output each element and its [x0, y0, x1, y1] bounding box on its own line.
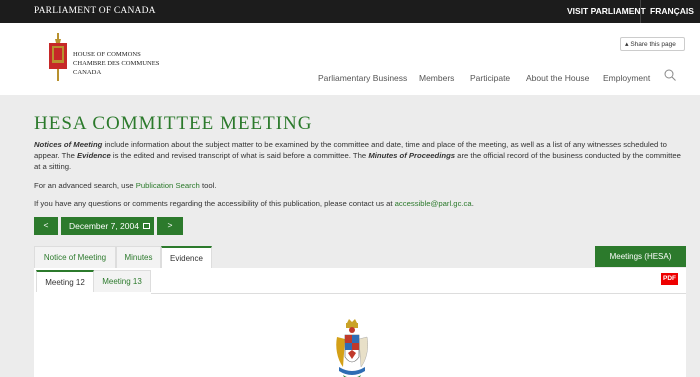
- advanced-prefix: For an advanced search, use: [34, 181, 136, 190]
- top-bar: PARLIAMENT OF CANADA VISIT PARLIAMENT FR…: [0, 0, 700, 23]
- house-name-en: HOUSE OF COMMONS: [73, 51, 141, 58]
- visit-parliament-link[interactable]: VISIT PARLIAMENT: [567, 6, 646, 16]
- site-header: HOUSE OF COMMONS CHAMBRE DES COMMUNES CA…: [0, 23, 700, 95]
- tab-notice-of-meeting[interactable]: Notice of Meeting: [34, 246, 116, 268]
- share-button[interactable]: ▴ Share this page: [620, 37, 685, 51]
- advanced-suffix: tool.: [199, 181, 217, 190]
- calendar-icon: [142, 222, 150, 229]
- minutes-term: Minutes of Proceedings: [368, 151, 456, 160]
- advanced-search-line: For an advanced search, use Publication …: [34, 181, 217, 190]
- accessibility-email-link[interactable]: accessible@parl.gc.ca: [395, 199, 472, 208]
- notices-term: Notices of Meeting: [34, 140, 103, 149]
- evidence-term: Evidence: [77, 151, 111, 160]
- tab-meeting-13[interactable]: Meeting 13: [94, 270, 151, 292]
- share-label: Share this page: [630, 41, 676, 48]
- pdf-download-button[interactable]: PDF: [661, 273, 678, 285]
- nav-employment[interactable]: Employment: [603, 73, 650, 83]
- intro-paragraph: Notices of Meeting include information a…: [34, 139, 682, 172]
- evidence-text: is the edited and revised transcript of …: [110, 151, 369, 160]
- date-picker-button[interactable]: December 7, 2004: [61, 217, 154, 235]
- chevron-right-icon: >: [167, 220, 173, 230]
- share-icon: ▴: [625, 41, 629, 48]
- page-title: HESA COMMITTEE MEETING: [34, 113, 313, 134]
- nav-participate[interactable]: Participate: [470, 73, 510, 83]
- publication-search-link[interactable]: Publication Search: [136, 181, 200, 190]
- previous-date-button[interactable]: <: [34, 217, 58, 235]
- date-label: December 7, 2004: [69, 221, 139, 231]
- meetings-hesa-button[interactable]: Meetings (HESA): [595, 246, 686, 267]
- nav-members[interactable]: Members: [419, 73, 454, 83]
- mace-logo-icon[interactable]: [49, 33, 67, 81]
- tab-meeting-12[interactable]: Meeting 12: [36, 270, 94, 292]
- nav-parliamentary-business[interactable]: Parliamentary Business: [318, 73, 407, 83]
- tab-evidence[interactable]: Evidence: [161, 246, 212, 268]
- parliament-link[interactable]: PARLIAMENT OF CANADA: [34, 6, 156, 16]
- topbar-divider: [640, 0, 641, 23]
- search-icon[interactable]: [664, 69, 676, 81]
- next-date-button[interactable]: >: [157, 217, 183, 235]
- language-toggle-link[interactable]: FRANÇAIS: [650, 6, 694, 16]
- subtab-divider: [151, 293, 686, 294]
- house-of-commons-wordmark[interactable]: HOUSE OF COMMONS CHAMBRE DES COMMUNES CA…: [73, 50, 159, 77]
- house-name-fr: CHAMBRE DES COMMUNES: [73, 60, 160, 67]
- chevron-left-icon: <: [43, 220, 49, 230]
- accessibility-line: If you have any questions or comments re…: [34, 199, 474, 208]
- nav-about-the-house[interactable]: About the House: [526, 73, 589, 83]
- access-suffix: .: [471, 199, 474, 208]
- coat-of-arms-icon: [336, 319, 368, 377]
- tab-minutes[interactable]: Minutes: [116, 246, 161, 268]
- evidence-panel: Meeting 12 Meeting 13 PDF: [34, 268, 686, 377]
- access-prefix: If you have any questions or comments re…: [34, 199, 395, 208]
- house-name-country: CANADA: [73, 69, 102, 76]
